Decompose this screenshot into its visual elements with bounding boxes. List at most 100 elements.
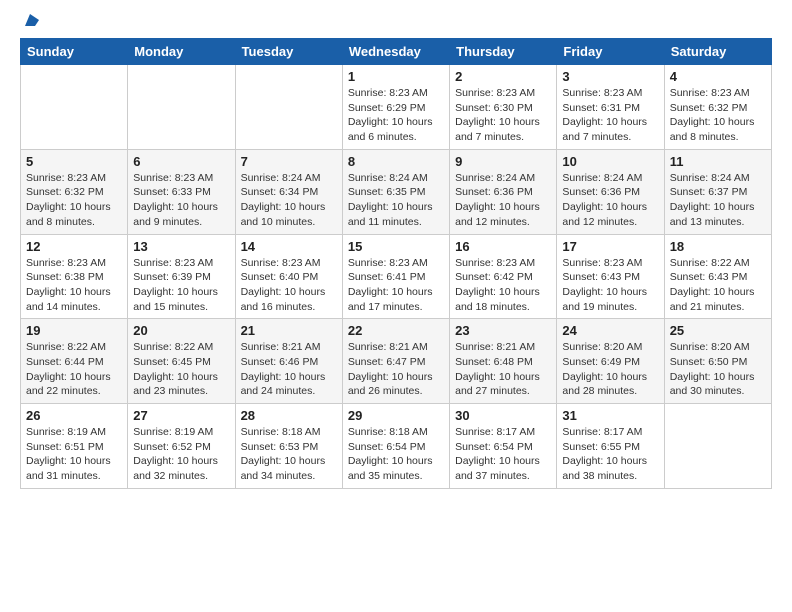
day-number: 17	[562, 239, 658, 254]
day-number: 23	[455, 323, 551, 338]
day-number: 3	[562, 69, 658, 84]
day-info: Sunrise: 8:23 AM Sunset: 6:38 PM Dayligh…	[26, 256, 122, 315]
day-info: Sunrise: 8:23 AM Sunset: 6:42 PM Dayligh…	[455, 256, 551, 315]
day-cell	[21, 65, 128, 150]
weekday-header-thursday: Thursday	[450, 39, 557, 65]
day-number: 26	[26, 408, 122, 423]
day-cell: 8 Sunrise: 8:24 AM Sunset: 6:35 PM Daylig…	[342, 149, 449, 234]
day-cell: 20 Sunrise: 8:22 AM Sunset: 6:45 PM Dayli…	[128, 319, 235, 404]
logo	[20, 16, 39, 28]
day-info: Sunrise: 8:23 AM Sunset: 6:32 PM Dayligh…	[670, 86, 766, 145]
day-number: 12	[26, 239, 122, 254]
day-cell: 25 Sunrise: 8:20 AM Sunset: 6:50 PM Dayli…	[664, 319, 771, 404]
day-cell: 3 Sunrise: 8:23 AM Sunset: 6:31 PM Daylig…	[557, 65, 664, 150]
day-info: Sunrise: 8:23 AM Sunset: 6:41 PM Dayligh…	[348, 256, 444, 315]
day-number: 29	[348, 408, 444, 423]
day-cell: 30 Sunrise: 8:17 AM Sunset: 6:54 PM Dayli…	[450, 404, 557, 489]
day-number: 16	[455, 239, 551, 254]
day-number: 25	[670, 323, 766, 338]
day-info: Sunrise: 8:17 AM Sunset: 6:54 PM Dayligh…	[455, 425, 551, 484]
day-number: 2	[455, 69, 551, 84]
day-info: Sunrise: 8:22 AM Sunset: 6:44 PM Dayligh…	[26, 340, 122, 399]
day-cell: 27 Sunrise: 8:19 AM Sunset: 6:52 PM Dayli…	[128, 404, 235, 489]
day-cell	[128, 65, 235, 150]
day-info: Sunrise: 8:18 AM Sunset: 6:53 PM Dayligh…	[241, 425, 337, 484]
calendar: SundayMondayTuesdayWednesdayThursdayFrid…	[20, 38, 772, 489]
day-cell: 1 Sunrise: 8:23 AM Sunset: 6:29 PM Daylig…	[342, 65, 449, 150]
day-number: 21	[241, 323, 337, 338]
day-number: 7	[241, 154, 337, 169]
day-cell: 24Sunrise: 8:20 AM Sunset: 6:49 PM Dayli…	[557, 319, 664, 404]
day-info: Sunrise: 8:23 AM Sunset: 6:40 PM Dayligh…	[241, 256, 337, 315]
day-number: 30	[455, 408, 551, 423]
day-number: 10	[562, 154, 658, 169]
day-cell: 9 Sunrise: 8:24 AM Sunset: 6:36 PM Daylig…	[450, 149, 557, 234]
day-number: 13	[133, 239, 229, 254]
day-cell	[235, 65, 342, 150]
weekday-header-wednesday: Wednesday	[342, 39, 449, 65]
day-cell: 6 Sunrise: 8:23 AM Sunset: 6:33 PM Daylig…	[128, 149, 235, 234]
day-cell: 7 Sunrise: 8:24 AM Sunset: 6:34 PM Daylig…	[235, 149, 342, 234]
day-number: 19	[26, 323, 122, 338]
day-number: 27	[133, 408, 229, 423]
day-info: Sunrise: 8:19 AM Sunset: 6:52 PM Dayligh…	[133, 425, 229, 484]
weekday-header-monday: Monday	[128, 39, 235, 65]
day-info: Sunrise: 8:20 AM Sunset: 6:49 PM Dayligh…	[562, 340, 658, 399]
day-cell: 10Sunrise: 8:24 AM Sunset: 6:36 PM Dayli…	[557, 149, 664, 234]
day-cell: 29 Sunrise: 8:18 AM Sunset: 6:54 PM Dayli…	[342, 404, 449, 489]
day-number: 5	[26, 154, 122, 169]
day-cell: 16 Sunrise: 8:23 AM Sunset: 6:42 PM Dayli…	[450, 234, 557, 319]
day-number: 6	[133, 154, 229, 169]
day-info: Sunrise: 8:24 AM Sunset: 6:35 PM Dayligh…	[348, 171, 444, 230]
day-info: Sunrise: 8:21 AM Sunset: 6:46 PM Dayligh…	[241, 340, 337, 399]
day-cell: 4Sunrise: 8:23 AM Sunset: 6:32 PM Daylig…	[664, 65, 771, 150]
day-cell: 2 Sunrise: 8:23 AM Sunset: 6:30 PM Daylig…	[450, 65, 557, 150]
day-number: 8	[348, 154, 444, 169]
day-cell: 12 Sunrise: 8:23 AM Sunset: 6:38 PM Dayli…	[21, 234, 128, 319]
week-row-5: 26 Sunrise: 8:19 AM Sunset: 6:51 PM Dayli…	[21, 404, 772, 489]
weekday-header-saturday: Saturday	[664, 39, 771, 65]
day-info: Sunrise: 8:24 AM Sunset: 6:36 PM Dayligh…	[455, 171, 551, 230]
day-info: Sunrise: 8:23 AM Sunset: 6:29 PM Dayligh…	[348, 86, 444, 145]
day-info: Sunrise: 8:23 AM Sunset: 6:32 PM Dayligh…	[26, 171, 122, 230]
day-cell: 14 Sunrise: 8:23 AM Sunset: 6:40 PM Dayli…	[235, 234, 342, 319]
day-number: 9	[455, 154, 551, 169]
day-info: Sunrise: 8:18 AM Sunset: 6:54 PM Dayligh…	[348, 425, 444, 484]
day-info: Sunrise: 8:24 AM Sunset: 6:34 PM Dayligh…	[241, 171, 337, 230]
day-info: Sunrise: 8:17 AM Sunset: 6:55 PM Dayligh…	[562, 425, 658, 484]
day-info: Sunrise: 8:21 AM Sunset: 6:47 PM Dayligh…	[348, 340, 444, 399]
weekday-header-sunday: Sunday	[21, 39, 128, 65]
day-number: 14	[241, 239, 337, 254]
day-cell: 21 Sunrise: 8:21 AM Sunset: 6:46 PM Dayli…	[235, 319, 342, 404]
day-cell: 19 Sunrise: 8:22 AM Sunset: 6:44 PM Dayli…	[21, 319, 128, 404]
day-info: Sunrise: 8:23 AM Sunset: 6:33 PM Dayligh…	[133, 171, 229, 230]
day-info: Sunrise: 8:19 AM Sunset: 6:51 PM Dayligh…	[26, 425, 122, 484]
day-info: Sunrise: 8:21 AM Sunset: 6:48 PM Dayligh…	[455, 340, 551, 399]
day-info: Sunrise: 8:24 AM Sunset: 6:37 PM Dayligh…	[670, 171, 766, 230]
weekday-header-friday: Friday	[557, 39, 664, 65]
day-cell: 28 Sunrise: 8:18 AM Sunset: 6:53 PM Dayli…	[235, 404, 342, 489]
header	[20, 16, 772, 28]
weekday-header-tuesday: Tuesday	[235, 39, 342, 65]
day-cell: 23 Sunrise: 8:21 AM Sunset: 6:48 PM Dayli…	[450, 319, 557, 404]
logo-icon	[21, 12, 39, 30]
day-cell: 26 Sunrise: 8:19 AM Sunset: 6:51 PM Dayli…	[21, 404, 128, 489]
day-number: 31	[562, 408, 658, 423]
day-cell: 13Sunrise: 8:23 AM Sunset: 6:39 PM Dayli…	[128, 234, 235, 319]
day-info: Sunrise: 8:23 AM Sunset: 6:30 PM Dayligh…	[455, 86, 551, 145]
day-info: Sunrise: 8:23 AM Sunset: 6:31 PM Dayligh…	[562, 86, 658, 145]
day-info: Sunrise: 8:22 AM Sunset: 6:45 PM Dayligh…	[133, 340, 229, 399]
weekday-header-row: SundayMondayTuesdayWednesdayThursdayFrid…	[21, 39, 772, 65]
day-number: 11	[670, 154, 766, 169]
day-cell: 17Sunrise: 8:23 AM Sunset: 6:43 PM Dayli…	[557, 234, 664, 319]
day-number: 22	[348, 323, 444, 338]
day-cell: 5 Sunrise: 8:23 AM Sunset: 6:32 PM Daylig…	[21, 149, 128, 234]
day-cell: 22 Sunrise: 8:21 AM Sunset: 6:47 PM Dayli…	[342, 319, 449, 404]
day-info: Sunrise: 8:20 AM Sunset: 6:50 PM Dayligh…	[670, 340, 766, 399]
day-number: 1	[348, 69, 444, 84]
day-number: 28	[241, 408, 337, 423]
day-number: 15	[348, 239, 444, 254]
day-number: 20	[133, 323, 229, 338]
day-number: 18	[670, 239, 766, 254]
page: SundayMondayTuesdayWednesdayThursdayFrid…	[0, 0, 792, 499]
